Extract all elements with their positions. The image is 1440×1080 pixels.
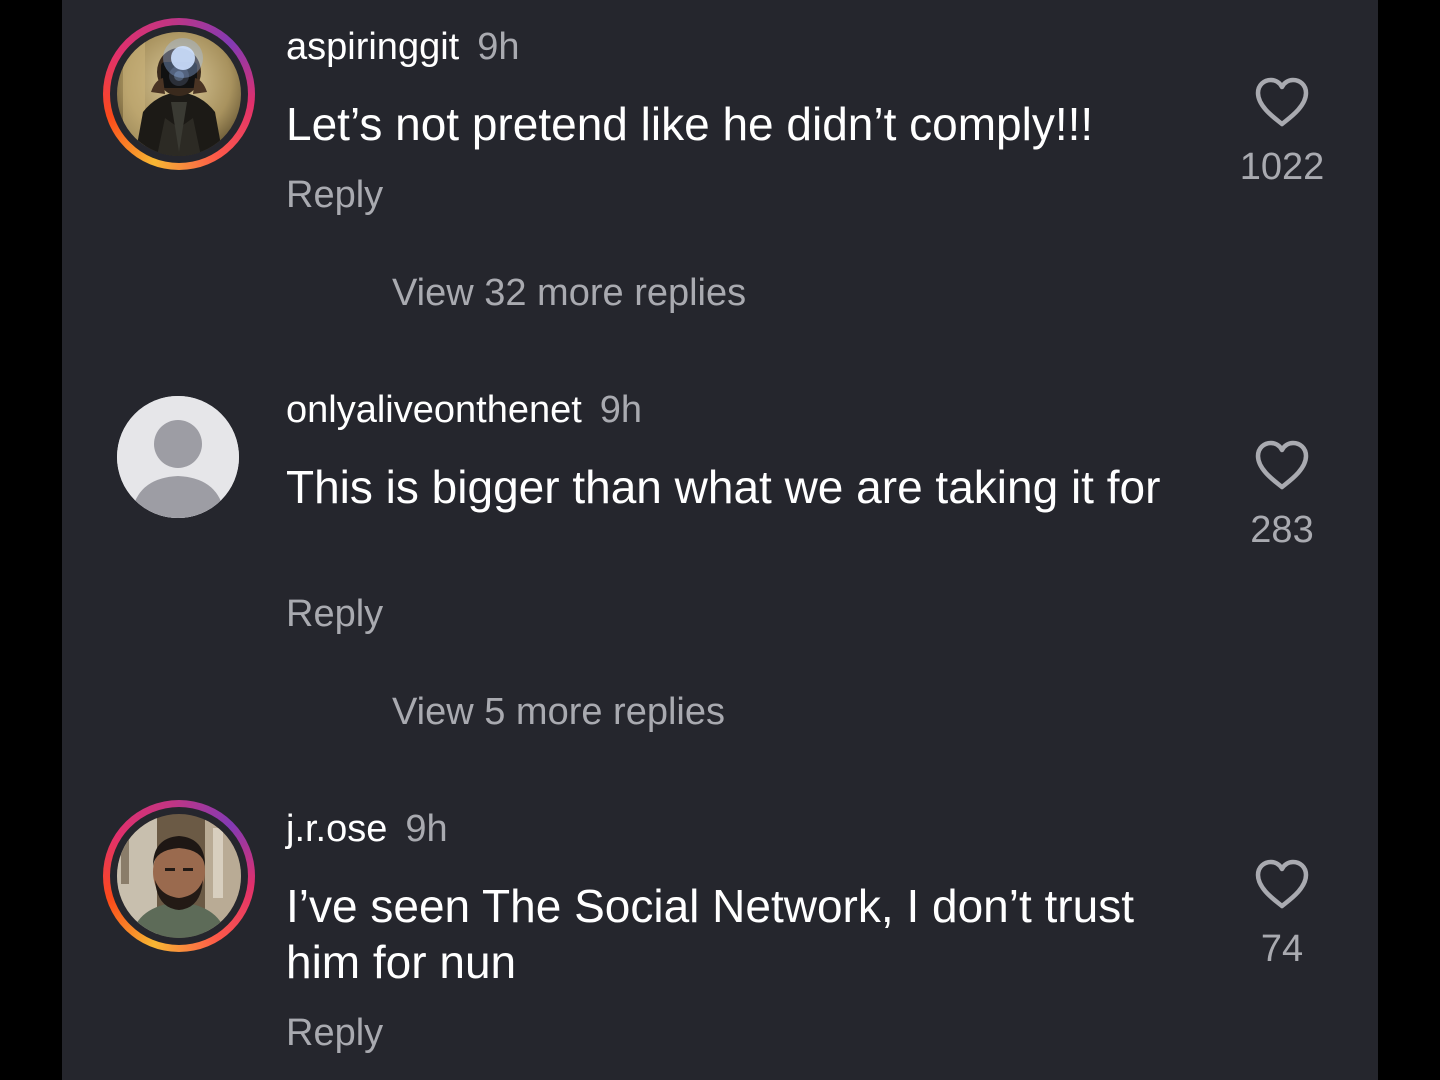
- comment-meta: j.r.ose 9h: [286, 808, 448, 851]
- avatar-man-portrait: [117, 814, 241, 938]
- like-control: 1022: [1222, 76, 1342, 189]
- avatar-story-ring[interactable]: [103, 800, 255, 952]
- comment-meta: aspiringgit 9h: [286, 26, 520, 69]
- like-count: 74: [1260, 928, 1304, 970]
- comment-meta: onlyaliveonthenet 9h: [286, 389, 642, 432]
- view-more-replies-button[interactable]: View 32 more replies: [392, 272, 746, 315]
- like-count: 283: [1250, 509, 1314, 551]
- avatar-photographer: [117, 32, 241, 156]
- heart-icon[interactable]: [1222, 858, 1342, 910]
- reply-button[interactable]: Reply: [286, 1012, 383, 1055]
- avatar-default[interactable]: [117, 396, 239, 518]
- avatar-photo-icon: [117, 814, 241, 938]
- timestamp: 9h: [599, 389, 643, 431]
- like-control: 283: [1222, 439, 1342, 552]
- username[interactable]: aspiringgit: [286, 26, 459, 68]
- like-control: 74: [1222, 858, 1342, 971]
- reply-button[interactable]: Reply: [286, 174, 383, 217]
- username[interactable]: j.r.ose: [286, 808, 387, 850]
- avatar-story-ring[interactable]: [103, 18, 255, 170]
- heart-icon[interactable]: [1222, 439, 1342, 491]
- timestamp: 9h: [477, 26, 520, 68]
- comments-panel: aspiringgit 9h Let’s not pretend like he …: [62, 0, 1378, 1080]
- username[interactable]: onlyaliveonthenet: [286, 389, 582, 431]
- view-more-replies-button[interactable]: View 5 more replies: [392, 691, 725, 734]
- default-user-icon: [117, 396, 239, 518]
- timestamp: 9h: [405, 808, 448, 850]
- avatar-photo-icon: [117, 32, 241, 156]
- reply-button[interactable]: Reply: [286, 593, 383, 636]
- heart-icon[interactable]: [1222, 76, 1342, 128]
- comment-text: Let’s not pretend like he didn’t comply!…: [286, 98, 1094, 150]
- comment-text: This is bigger than what we are taking i…: [286, 461, 1161, 513]
- like-count: 1022: [1239, 146, 1325, 188]
- comment-text: I’ve seen The Social Network, I don’t tr…: [286, 880, 1134, 988]
